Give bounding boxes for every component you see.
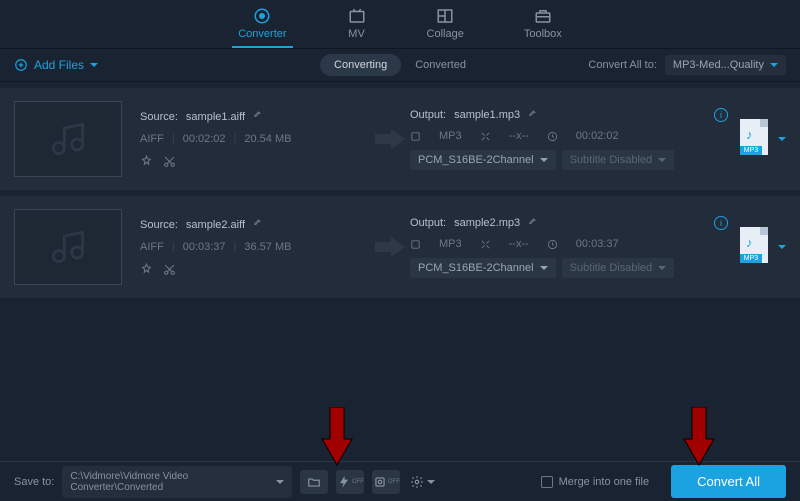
save-path-dropdown[interactable]: C:\Vidmore\Vidmore Video Converter\Conve…	[62, 466, 292, 498]
resolution-icon	[480, 239, 491, 250]
lightning-icon	[337, 475, 351, 489]
format-icon	[410, 131, 421, 142]
info-icon[interactable]: i	[714, 108, 728, 122]
high-speed-button[interactable]: OFF	[372, 470, 400, 494]
converter-icon	[252, 7, 272, 25]
music-note-icon	[46, 117, 90, 161]
file-row: Source: sample1.aiff AIFF|00:02:02|20.54…	[0, 88, 800, 190]
tab-converting[interactable]: Converting	[320, 54, 401, 76]
settings-button[interactable]	[408, 470, 436, 494]
top-nav: Converter MV Collage Toolbox	[0, 0, 800, 48]
thumbnail	[14, 101, 122, 177]
edit-icon[interactable]	[253, 111, 264, 122]
trim-icon[interactable]	[163, 155, 176, 168]
convert-all-format-dropdown[interactable]: MP3-Med...Quality	[665, 55, 786, 75]
format-icon	[410, 239, 421, 250]
annotation-arrow	[682, 407, 716, 467]
output-format-button[interactable]: ♪MP3	[740, 227, 774, 267]
clock-icon	[547, 239, 558, 250]
chevron-down-icon	[770, 63, 778, 67]
subtitle-dropdown[interactable]: Subtitle Disabled	[562, 150, 675, 170]
checkbox-icon	[541, 476, 553, 488]
file-row: Source: sample2.aiff AIFF|00:03:37|36.57…	[0, 196, 800, 298]
chevron-down-icon[interactable]	[778, 137, 786, 141]
clock-icon	[547, 131, 558, 142]
edit-icon[interactable]	[253, 219, 264, 230]
tab-converted[interactable]: Converted	[401, 54, 480, 76]
chevron-down-icon	[276, 480, 284, 484]
mv-icon	[347, 7, 367, 25]
add-files-button[interactable]: Add Files	[14, 58, 98, 72]
open-folder-button[interactable]	[300, 470, 328, 494]
info-icon[interactable]: i	[714, 216, 728, 230]
status-tabs: Converting Converted	[320, 54, 480, 76]
arrow-icon	[370, 235, 410, 259]
chevron-down-icon	[427, 480, 435, 484]
tab-collage[interactable]: Collage	[421, 7, 470, 48]
tab-toolbox[interactable]: Toolbox	[518, 7, 568, 48]
thumbnail	[14, 209, 122, 285]
music-note-icon	[46, 225, 90, 269]
sub-bar: Add Files Converting Converted Convert A…	[0, 48, 800, 82]
chevron-down-icon[interactable]	[778, 245, 786, 249]
trim-icon[interactable]	[163, 263, 176, 276]
convert-all-to: Convert All to: MP3-Med...Quality	[588, 55, 786, 75]
bottom-bar: Save to: C:\Vidmore\Vidmore Video Conver…	[0, 461, 800, 501]
output-format-button[interactable]: ♪MP3	[740, 119, 774, 159]
arrow-icon	[370, 127, 410, 151]
save-to-label: Save to:	[14, 476, 54, 488]
codec-dropdown[interactable]: PCM_S16BE-2Channel	[410, 258, 556, 278]
edit-icon[interactable]	[528, 218, 539, 229]
chevron-down-icon	[90, 63, 98, 67]
effects-icon[interactable]	[140, 155, 153, 168]
gear-icon	[410, 475, 424, 489]
file-list: Source: sample1.aiff AIFF|00:02:02|20.54…	[0, 82, 800, 304]
codec-dropdown[interactable]: PCM_S16BE-2Channel	[410, 150, 556, 170]
tab-mv[interactable]: MV	[341, 7, 373, 48]
merge-checkbox[interactable]: Merge into one file	[541, 476, 650, 488]
convert-all-button[interactable]: Convert All	[671, 465, 786, 498]
toolbox-icon	[533, 7, 553, 25]
tab-converter[interactable]: Converter	[232, 7, 292, 48]
annotation-arrow	[320, 407, 354, 467]
folder-icon	[307, 475, 321, 489]
collage-icon	[435, 7, 455, 25]
plus-circle-icon	[14, 58, 28, 72]
resolution-icon	[480, 131, 491, 142]
subtitle-dropdown[interactable]: Subtitle Disabled	[562, 258, 675, 278]
speed-icon	[373, 475, 387, 489]
effects-icon[interactable]	[140, 263, 153, 276]
edit-icon[interactable]	[528, 110, 539, 121]
hardware-accel-button[interactable]: OFF	[336, 470, 364, 494]
